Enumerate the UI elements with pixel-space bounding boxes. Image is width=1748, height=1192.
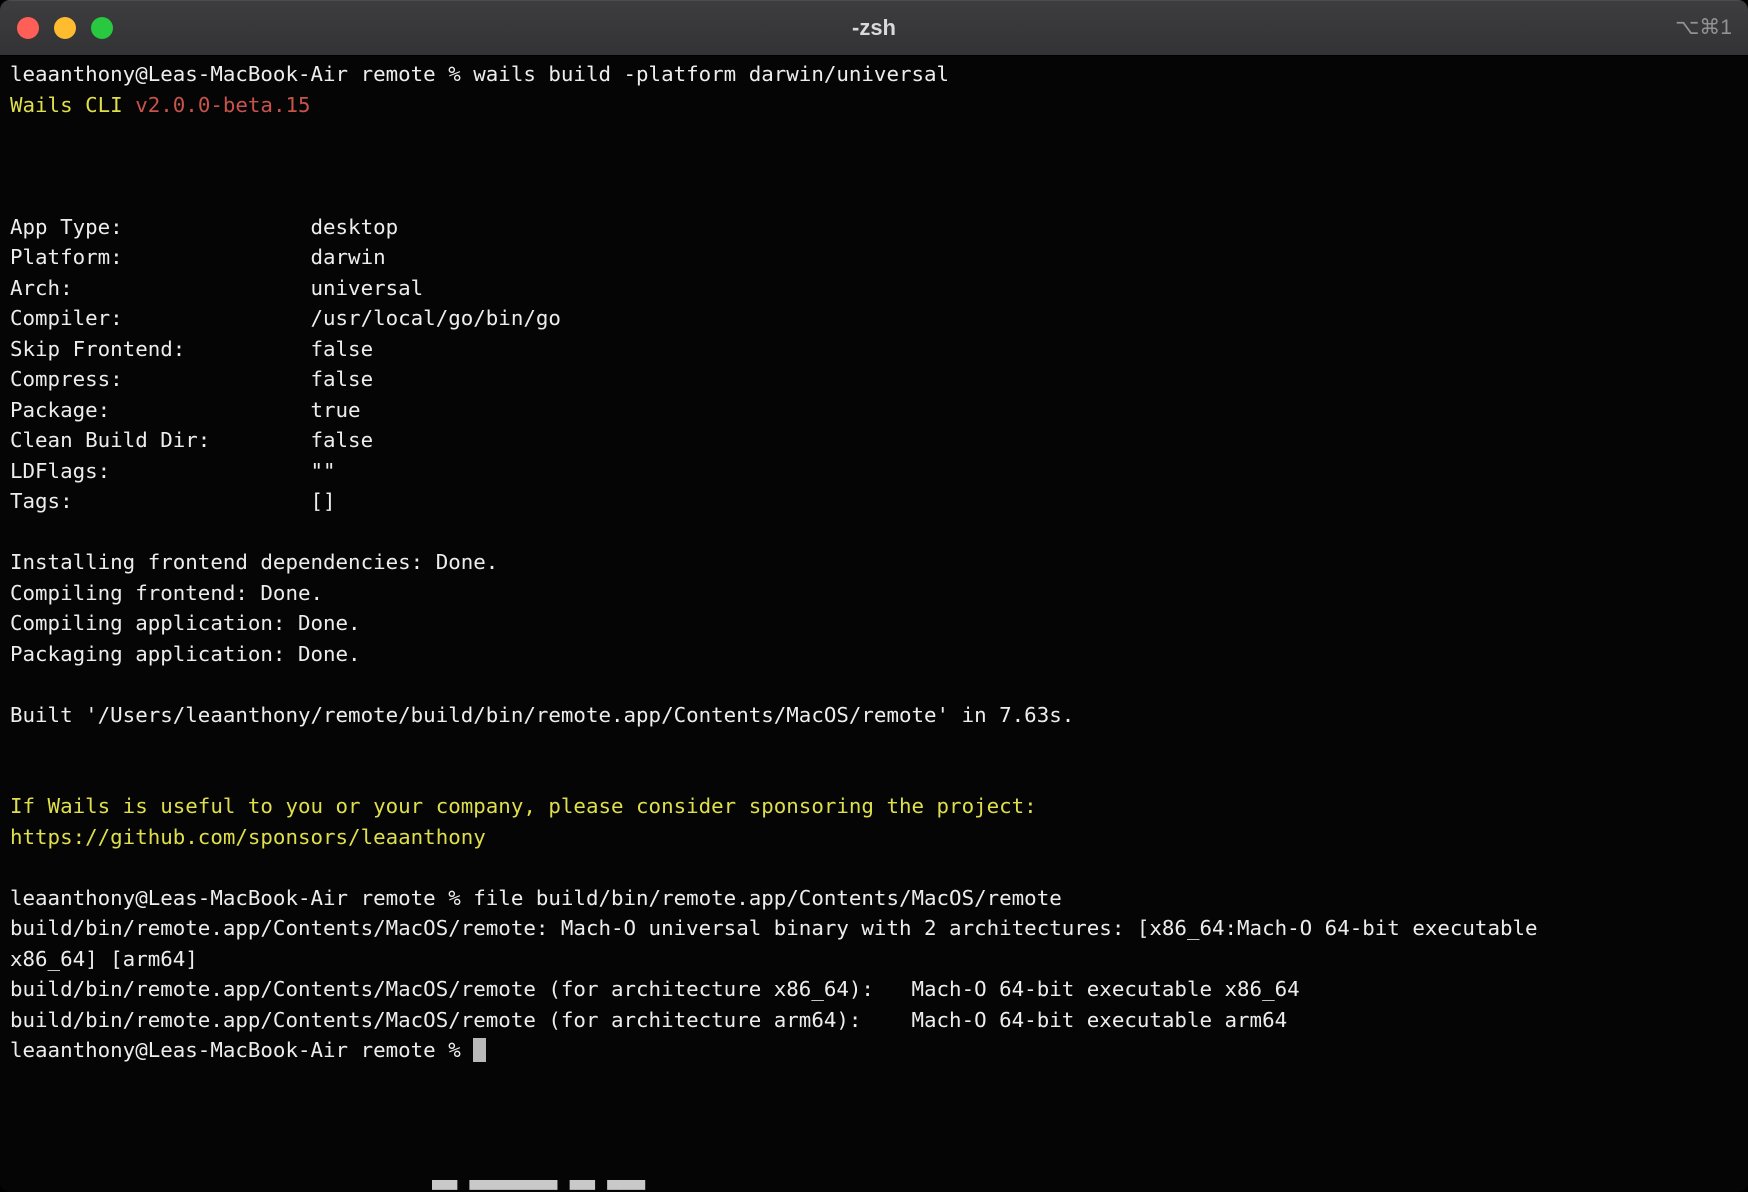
window-title: -zsh bbox=[0, 0, 1748, 55]
terminal-line: Arch: universal bbox=[10, 273, 1738, 304]
terminal-output[interactable]: leaanthony@Leas-MacBook-Air remote % wai… bbox=[0, 56, 1748, 1192]
terminal-line: leaanthony@Leas-MacBook-Air remote % fil… bbox=[10, 883, 1738, 914]
terminal-line: Compiling frontend: Done. bbox=[10, 578, 1738, 609]
terminal-line: build/bin/remote.app/Contents/MacOS/remo… bbox=[10, 913, 1738, 944]
terminal-window: -zsh ⌥⌘1 leaanthony@Leas-MacBook-Air rem… bbox=[0, 0, 1748, 1192]
terminal-line bbox=[10, 517, 1738, 548]
terminal-line: Skip Frontend: false bbox=[10, 334, 1738, 365]
terminal-line: Clean Build Dir: false bbox=[10, 425, 1738, 456]
terminal-line: If Wails is useful to you or your compan… bbox=[10, 791, 1738, 822]
terminal-line: Installing frontend dependencies: Done. bbox=[10, 547, 1738, 578]
terminal-line: Package: true bbox=[10, 395, 1738, 426]
terminal-line bbox=[10, 730, 1738, 761]
terminal-line: Wails CLI v2.0.0-beta.15 bbox=[10, 90, 1738, 121]
tab-shortcut-hint: ⌥⌘1 bbox=[1675, 0, 1732, 55]
terminal-line: https://github.com/sponsors/leaanthony bbox=[10, 822, 1738, 853]
terminal-line: build/bin/remote.app/Contents/MacOS/remo… bbox=[10, 1005, 1738, 1036]
terminal-line: Compress: false bbox=[10, 364, 1738, 395]
terminal-line: build/bin/remote.app/Contents/MacOS/remo… bbox=[10, 974, 1738, 1005]
clipped-text-artifact: ▀▀ ▀▀▀▀▀▀▀ ▀▀ ▀▀▀ bbox=[432, 1180, 647, 1192]
block-cursor bbox=[473, 1038, 486, 1062]
terminal-line: Platform: darwin bbox=[10, 242, 1738, 273]
terminal-line bbox=[10, 120, 1738, 151]
titlebar[interactable]: -zsh ⌥⌘1 bbox=[0, 0, 1748, 56]
zoom-button[interactable] bbox=[91, 17, 113, 39]
terminal-line: Packaging application: Done. bbox=[10, 639, 1738, 670]
window-controls bbox=[0, 17, 113, 39]
terminal-line bbox=[10, 151, 1738, 182]
terminal-line: x86_64] [arm64] bbox=[10, 944, 1738, 975]
terminal-line: Built '/Users/leaanthony/remote/build/bi… bbox=[10, 700, 1738, 731]
terminal-line: App Type: desktop bbox=[10, 212, 1738, 243]
terminal-line bbox=[10, 669, 1738, 700]
terminal-line: leaanthony@Leas-MacBook-Air remote % wai… bbox=[10, 59, 1738, 90]
terminal-line: LDFlags: "" bbox=[10, 456, 1738, 487]
minimize-button[interactable] bbox=[54, 17, 76, 39]
terminal-line bbox=[10, 761, 1738, 792]
terminal-line: Tags: [] bbox=[10, 486, 1738, 517]
terminal-line bbox=[10, 852, 1738, 883]
terminal-line bbox=[10, 181, 1738, 212]
terminal-line: leaanthony@Leas-MacBook-Air remote % bbox=[10, 1035, 1738, 1066]
terminal-line: Compiler: /usr/local/go/bin/go bbox=[10, 303, 1738, 334]
close-button[interactable] bbox=[17, 17, 39, 39]
terminal-line: Compiling application: Done. bbox=[10, 608, 1738, 639]
